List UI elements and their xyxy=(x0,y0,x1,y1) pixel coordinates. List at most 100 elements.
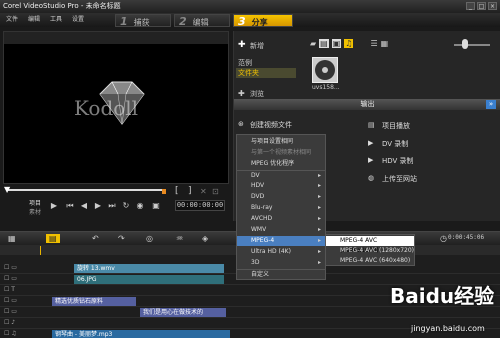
storyboard-view-icon[interactable]: ▦ xyxy=(8,234,16,243)
title-bar: Corel VideoStudio Pro - 未命名标题 xyxy=(0,0,500,13)
timeline-clip-title-1[interactable]: 精选优质钻石原料 xyxy=(52,297,136,306)
scrub-bar[interactable]: ▼ xyxy=(4,185,166,194)
menu-tools[interactable]: 工具 xyxy=(50,13,62,27)
menu-item-dv[interactable]: DV ▸ xyxy=(237,170,325,180)
create-video-option[interactable]: 创建视频文件 xyxy=(250,120,292,130)
tab-share[interactable]: 3 分享 xyxy=(233,14,293,28)
menu-item-avchd[interactable]: AVCHD ▸ xyxy=(237,214,325,224)
end-icon[interactable]: ⏭ xyxy=(107,201,117,211)
submenu-arrow-icon: ▸ xyxy=(317,226,321,233)
menu-item-mpeg4[interactable]: MPEG-4 ▸ xyxy=(237,236,325,246)
media-thumbnail[interactable] xyxy=(312,57,338,83)
menu-item-3d[interactable]: 3D ▸ xyxy=(237,258,325,268)
zoom-icon[interactable]: ◷ xyxy=(440,234,447,243)
hdv-icon: ▶ xyxy=(368,156,374,164)
video-filter-icon[interactable]: ▤ xyxy=(319,39,329,48)
collapse-icon[interactable]: » xyxy=(486,100,496,109)
maximize-button[interactable]: □ xyxy=(477,2,486,10)
cut-icon[interactable]: ✕ xyxy=(200,187,207,196)
add-icon[interactable]: ✚ xyxy=(238,40,246,50)
home-icon[interactable]: ⏮ xyxy=(65,201,75,211)
grid-view-icon[interactable]: ▦ xyxy=(381,39,389,48)
window-controls: _ □ × xyxy=(466,2,497,10)
mode-clip-label[interactable]: 素材 xyxy=(29,207,41,216)
submenu-item-480[interactable]: MPEG-4 AVC (640x480) xyxy=(326,256,414,266)
menu-item-custom[interactable]: 自定义 xyxy=(237,269,325,279)
tab-capture[interactable]: 1 捕获 xyxy=(115,14,171,28)
menu-item-hdv[interactable]: HDV ▸ xyxy=(237,181,325,191)
scrub-handle-icon[interactable]: ▼ xyxy=(4,185,10,194)
hd-icon[interactable]: ▣ xyxy=(151,201,161,211)
menu-item-label: Blu-ray xyxy=(251,204,273,211)
menu-item-label: AVCHD xyxy=(251,215,273,222)
menu-item-same-as-project[interactable]: 与项目设置相同 xyxy=(237,137,325,147)
globe-icon: ◍ xyxy=(368,174,375,182)
mode-project-label[interactable]: 项目 xyxy=(29,198,41,207)
volume-icon[interactable]: ◉ xyxy=(135,201,145,211)
menu-file[interactable]: 文件 xyxy=(6,13,18,27)
preview-header xyxy=(4,32,228,44)
submenu-item-1080[interactable]: MPEG-4 AVC (1920x1080) xyxy=(326,236,414,254)
timeline-clip-audio[interactable]: 钢琴曲 - 美丽梦.mp3 xyxy=(52,330,230,338)
timeline-clip-image[interactable]: 06.JPG xyxy=(74,275,224,284)
site-watermark-brand: Baidu经验 xyxy=(390,284,495,308)
menu-item-dvd[interactable]: DVD ▸ xyxy=(237,192,325,202)
menu-item-ultra-hd[interactable]: Ultra HD (4K) ▸ xyxy=(237,247,325,257)
redo-icon[interactable]: ↷ xyxy=(118,234,125,243)
hdv-record-option[interactable]: HDV 录制 xyxy=(382,156,414,166)
preview-watermark-text: Kodoll xyxy=(74,96,139,120)
thumbnail-caption: uvs158... xyxy=(312,84,340,91)
image-filter-icon[interactable]: ▣ xyxy=(331,39,342,48)
sample-label[interactable]: 范例 xyxy=(238,58,252,68)
upload-option[interactable]: 上传至网站 xyxy=(382,174,417,184)
mark-in-icon[interactable]: [ xyxy=(175,186,179,196)
tab-edit-num: 2 xyxy=(179,15,187,28)
preview-timecode[interactable]: 00:00:00:00 xyxy=(175,200,225,211)
timeline-clip-video[interactable]: 旋转 13.wmv xyxy=(74,264,224,273)
submenu-arrow-icon: ▸ xyxy=(317,237,321,244)
slider-knob[interactable] xyxy=(462,39,468,49)
minimize-button[interactable]: _ xyxy=(466,2,475,10)
library-toolbar: ▰ ▤ ▣ ♫ ☰ ▦ xyxy=(310,39,388,48)
previous-frame-icon[interactable]: ◀ xyxy=(79,201,89,211)
add-label[interactable]: 新增 xyxy=(250,41,264,51)
tab-edit[interactable]: 2 编辑 xyxy=(174,14,230,28)
repeat-icon[interactable]: ↻ xyxy=(121,201,131,211)
folder-icon[interactable]: ▰ xyxy=(310,39,316,48)
undo-icon[interactable]: ↶ xyxy=(92,234,99,243)
record-capture-icon[interactable]: ◎ xyxy=(146,234,153,243)
timeline-clip-title-2[interactable]: 我们是用心在做技术的 xyxy=(140,308,226,317)
menu-item-mpeg-optimizer[interactable]: MPEG 优化程序 xyxy=(237,159,325,169)
menu-item-bluray[interactable]: Blu-ray ▸ xyxy=(237,203,325,213)
menu-settings[interactable]: 设置 xyxy=(72,13,84,27)
menu-item-wmv[interactable]: WMV ▸ xyxy=(237,225,325,235)
browse-icon[interactable]: ✚ xyxy=(238,89,245,98)
timeline-view-icon[interactable]: ▤ xyxy=(46,234,60,243)
output-header-label: 输出 xyxy=(360,100,375,108)
project-playback-option[interactable]: 项目播放 xyxy=(382,121,410,131)
audio-filter-icon[interactable]: ♫ xyxy=(344,39,354,48)
tab-share-num: 3 xyxy=(238,15,246,28)
auto-music-icon[interactable]: ◈ xyxy=(202,234,208,243)
sound-mixer-icon[interactable]: ♒ xyxy=(176,234,183,243)
timeline-timecode[interactable]: 0:00:45:06 xyxy=(448,234,484,241)
submenu-item-720[interactable]: MPEG-4 AVC (1280x720) xyxy=(326,246,414,256)
close-button[interactable]: × xyxy=(488,2,497,10)
playback-icon: ▤ xyxy=(368,121,375,129)
thumbnail-size-slider[interactable] xyxy=(454,44,490,46)
expand-icon[interactable]: ⊡ xyxy=(212,187,219,196)
overlay-track-icon: ☐ ▭ xyxy=(4,275,17,282)
dv-record-option[interactable]: DV 录制 xyxy=(382,139,408,149)
submenu-arrow-icon: ▸ xyxy=(317,172,321,179)
list-view-icon[interactable]: ☰ xyxy=(370,39,377,48)
playback-controls: 项目 素材 ▶ ⏮ ◀ ▶ ⏭ ↻ ◉ ▣ 00:00:00:00 xyxy=(3,197,231,217)
mpeg4-submenu: MPEG-4 AVC (1920x1080) MPEG-4 AVC (1280x… xyxy=(325,234,415,266)
menu-edit[interactable]: 编辑 xyxy=(28,13,40,27)
play-icon[interactable]: ▶ xyxy=(49,201,59,211)
mark-out-icon[interactable]: ] xyxy=(188,186,192,196)
trim-marker-end[interactable] xyxy=(162,189,166,194)
title-track-icon: ☐ T xyxy=(4,286,15,293)
browse-label[interactable]: 浏览 xyxy=(250,89,264,99)
next-frame-icon[interactable]: ▶ xyxy=(93,201,103,211)
folder-label[interactable]: 文件夹 xyxy=(236,68,296,78)
